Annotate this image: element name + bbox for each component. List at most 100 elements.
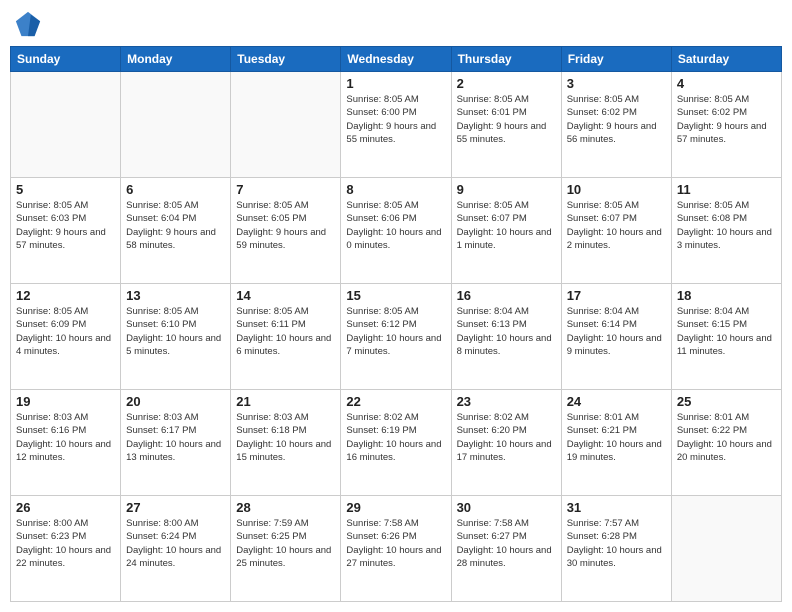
day-info: Sunrise: 8:05 AM Sunset: 6:05 PM Dayligh… (236, 199, 335, 252)
calendar-cell: 9Sunrise: 8:05 AM Sunset: 6:07 PM Daylig… (451, 178, 561, 284)
day-number: 18 (677, 288, 776, 303)
day-info: Sunrise: 8:05 AM Sunset: 6:00 PM Dayligh… (346, 93, 445, 146)
day-info: Sunrise: 8:04 AM Sunset: 6:13 PM Dayligh… (457, 305, 556, 358)
day-info: Sunrise: 8:05 AM Sunset: 6:01 PM Dayligh… (457, 93, 556, 146)
day-number: 19 (16, 394, 115, 409)
calendar-cell: 5Sunrise: 8:05 AM Sunset: 6:03 PM Daylig… (11, 178, 121, 284)
day-number: 25 (677, 394, 776, 409)
day-number: 26 (16, 500, 115, 515)
calendar-cell: 22Sunrise: 8:02 AM Sunset: 6:19 PM Dayli… (341, 390, 451, 496)
calendar-cell: 30Sunrise: 7:58 AM Sunset: 6:27 PM Dayli… (451, 496, 561, 602)
day-info: Sunrise: 7:58 AM Sunset: 6:26 PM Dayligh… (346, 517, 445, 570)
calendar-cell: 3 Sunrise: 8:05 AM Sunset: 6:02 PM Daylig… (561, 72, 671, 178)
day-info: Sunrise: 7:57 AM Sunset: 6:28 PM Dayligh… (567, 517, 666, 570)
calendar-cell: 26 Sunrise: 8:00 AM Sunset: 6:23 PM Dayli… (11, 496, 121, 602)
day-info: Sunrise: 8:04 AM Sunset: 6:15 PM Dayligh… (677, 305, 776, 358)
week-row-3: 12 Sunrise: 8:05 AM Sunset: 6:09 PM Dayli… (11, 284, 782, 390)
calendar-cell: 11 Sunrise: 8:05 AM Sunset: 6:08 PM Dayli… (671, 178, 781, 284)
page: SundayMondayTuesdayWednesdayThursdayFrid… (0, 0, 792, 612)
calendar-cell: 1 Sunrise: 8:05 AM Sunset: 6:00 PM Daylig… (341, 72, 451, 178)
weekday-header-monday: Monday (121, 47, 231, 72)
day-number: 14 (236, 288, 335, 303)
weekday-row: SundayMondayTuesdayWednesdayThursdayFrid… (11, 47, 782, 72)
calendar-cell: 24Sunrise: 8:01 AM Sunset: 6:21 PM Dayli… (561, 390, 671, 496)
day-number: 15 (346, 288, 445, 303)
calendar-cell: 17 Sunrise: 8:04 AM Sunset: 6:14 PM Dayli… (561, 284, 671, 390)
day-info: Sunrise: 8:05 AM Sunset: 6:08 PM Dayligh… (677, 199, 776, 252)
day-info: Sunrise: 8:05 AM Sunset: 6:07 PM Dayligh… (457, 199, 556, 252)
calendar-cell: 29 Sunrise: 7:58 AM Sunset: 6:26 PM Dayli… (341, 496, 451, 602)
calendar-cell: 15 Sunrise: 8:05 AM Sunset: 6:12 PM Dayli… (341, 284, 451, 390)
day-number: 2 (457, 76, 556, 91)
day-number: 7 (236, 182, 335, 197)
day-number: 3 (567, 76, 666, 91)
calendar-cell (11, 72, 121, 178)
day-number: 12 (16, 288, 115, 303)
day-info: Sunrise: 8:03 AM Sunset: 6:17 PM Dayligh… (126, 411, 225, 464)
calendar-cell: 28 Sunrise: 7:59 AM Sunset: 6:25 PM Dayli… (231, 496, 341, 602)
day-number: 11 (677, 182, 776, 197)
day-number: 27 (126, 500, 225, 515)
day-number: 4 (677, 76, 776, 91)
header (10, 10, 782, 38)
calendar-cell: 18 Sunrise: 8:04 AM Sunset: 6:15 PM Dayli… (671, 284, 781, 390)
day-number: 1 (346, 76, 445, 91)
day-info: Sunrise: 8:02 AM Sunset: 6:19 PM Dayligh… (346, 411, 445, 464)
day-number: 23 (457, 394, 556, 409)
day-number: 8 (346, 182, 445, 197)
day-number: 20 (126, 394, 225, 409)
week-row-2: 5Sunrise: 8:05 AM Sunset: 6:03 PM Daylig… (11, 178, 782, 284)
calendar-cell: 21 Sunrise: 8:03 AM Sunset: 6:18 PM Dayli… (231, 390, 341, 496)
day-info: Sunrise: 8:05 AM Sunset: 6:10 PM Dayligh… (126, 305, 225, 358)
calendar-cell: 14 Sunrise: 8:05 AM Sunset: 6:11 PM Dayli… (231, 284, 341, 390)
week-row-5: 26 Sunrise: 8:00 AM Sunset: 6:23 PM Dayli… (11, 496, 782, 602)
calendar-cell: 7 Sunrise: 8:05 AM Sunset: 6:05 PM Daylig… (231, 178, 341, 284)
logo-icon (14, 10, 42, 38)
day-info: Sunrise: 8:03 AM Sunset: 6:18 PM Dayligh… (236, 411, 335, 464)
day-info: Sunrise: 7:59 AM Sunset: 6:25 PM Dayligh… (236, 517, 335, 570)
day-info: Sunrise: 8:05 AM Sunset: 6:09 PM Dayligh… (16, 305, 115, 358)
calendar-cell: 19 Sunrise: 8:03 AM Sunset: 6:16 PM Dayli… (11, 390, 121, 496)
calendar-cell: 2 Sunrise: 8:05 AM Sunset: 6:01 PM Daylig… (451, 72, 561, 178)
weekday-header-tuesday: Tuesday (231, 47, 341, 72)
day-info: Sunrise: 8:05 AM Sunset: 6:11 PM Dayligh… (236, 305, 335, 358)
calendar-cell: 8Sunrise: 8:05 AM Sunset: 6:06 PM Daylig… (341, 178, 451, 284)
calendar-cell: 20 Sunrise: 8:03 AM Sunset: 6:17 PM Dayli… (121, 390, 231, 496)
day-info: Sunrise: 8:05 AM Sunset: 6:03 PM Dayligh… (16, 199, 115, 252)
day-number: 31 (567, 500, 666, 515)
day-number: 28 (236, 500, 335, 515)
calendar-cell: 23 Sunrise: 8:02 AM Sunset: 6:20 PM Dayli… (451, 390, 561, 496)
calendar-cell: 6Sunrise: 8:05 AM Sunset: 6:04 PM Daylig… (121, 178, 231, 284)
calendar-table: SundayMondayTuesdayWednesdayThursdayFrid… (10, 46, 782, 602)
week-row-1: 1 Sunrise: 8:05 AM Sunset: 6:00 PM Daylig… (11, 72, 782, 178)
day-info: Sunrise: 8:00 AM Sunset: 6:24 PM Dayligh… (126, 517, 225, 570)
day-number: 21 (236, 394, 335, 409)
day-info: Sunrise: 8:05 AM Sunset: 6:12 PM Dayligh… (346, 305, 445, 358)
day-info: Sunrise: 8:01 AM Sunset: 6:22 PM Dayligh… (677, 411, 776, 464)
calendar-cell: 27 Sunrise: 8:00 AM Sunset: 6:24 PM Dayli… (121, 496, 231, 602)
day-info: Sunrise: 8:02 AM Sunset: 6:20 PM Dayligh… (457, 411, 556, 464)
day-number: 16 (457, 288, 556, 303)
calendar-cell (121, 72, 231, 178)
calendar-cell: 16 Sunrise: 8:04 AM Sunset: 6:13 PM Dayli… (451, 284, 561, 390)
day-info: Sunrise: 8:05 AM Sunset: 6:02 PM Dayligh… (677, 93, 776, 146)
day-info: Sunrise: 8:03 AM Sunset: 6:16 PM Dayligh… (16, 411, 115, 464)
day-number: 24 (567, 394, 666, 409)
day-info: Sunrise: 8:05 AM Sunset: 6:04 PM Dayligh… (126, 199, 225, 252)
calendar-cell (671, 496, 781, 602)
weekday-header-saturday: Saturday (671, 47, 781, 72)
day-info: Sunrise: 8:04 AM Sunset: 6:14 PM Dayligh… (567, 305, 666, 358)
day-info: Sunrise: 7:58 AM Sunset: 6:27 PM Dayligh… (457, 517, 556, 570)
calendar-cell (231, 72, 341, 178)
calendar-body: 1 Sunrise: 8:05 AM Sunset: 6:00 PM Daylig… (11, 72, 782, 602)
day-number: 10 (567, 182, 666, 197)
day-number: 29 (346, 500, 445, 515)
logo (14, 10, 46, 38)
day-info: Sunrise: 8:05 AM Sunset: 6:07 PM Dayligh… (567, 199, 666, 252)
day-number: 17 (567, 288, 666, 303)
day-info: Sunrise: 8:00 AM Sunset: 6:23 PM Dayligh… (16, 517, 115, 570)
calendar-cell: 10 Sunrise: 8:05 AM Sunset: 6:07 PM Dayli… (561, 178, 671, 284)
calendar-cell: 12 Sunrise: 8:05 AM Sunset: 6:09 PM Dayli… (11, 284, 121, 390)
day-info: Sunrise: 8:05 AM Sunset: 6:02 PM Dayligh… (567, 93, 666, 146)
calendar-cell: 31 Sunrise: 7:57 AM Sunset: 6:28 PM Dayli… (561, 496, 671, 602)
